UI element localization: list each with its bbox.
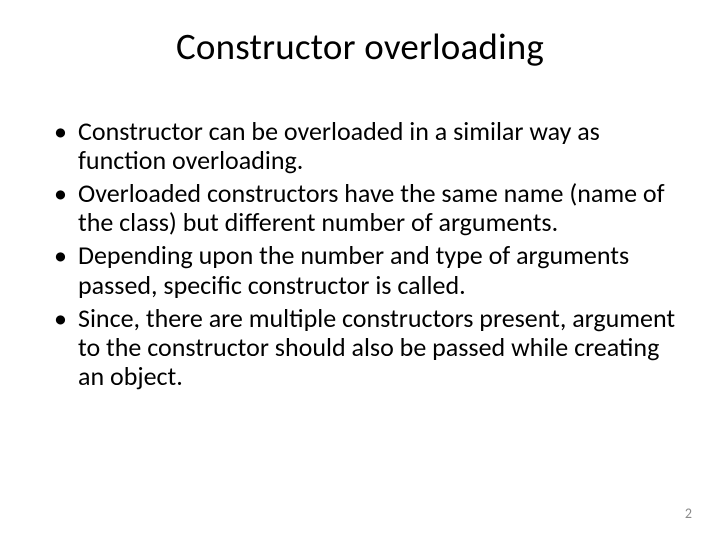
slide-title: Constructor overloading <box>44 24 676 69</box>
list-item: Constructor can be overloaded in a simil… <box>60 117 676 175</box>
list-item: Since, there are multiple constructors p… <box>60 304 676 391</box>
page-number: 2 <box>685 505 692 522</box>
bullet-list: Constructor can be overloaded in a simil… <box>44 117 676 391</box>
list-item: Depending upon the number and type of ar… <box>60 241 676 299</box>
list-item: Overloaded constructors have the same na… <box>60 179 676 237</box>
slide: Constructor overloading Constructor can … <box>0 0 720 540</box>
